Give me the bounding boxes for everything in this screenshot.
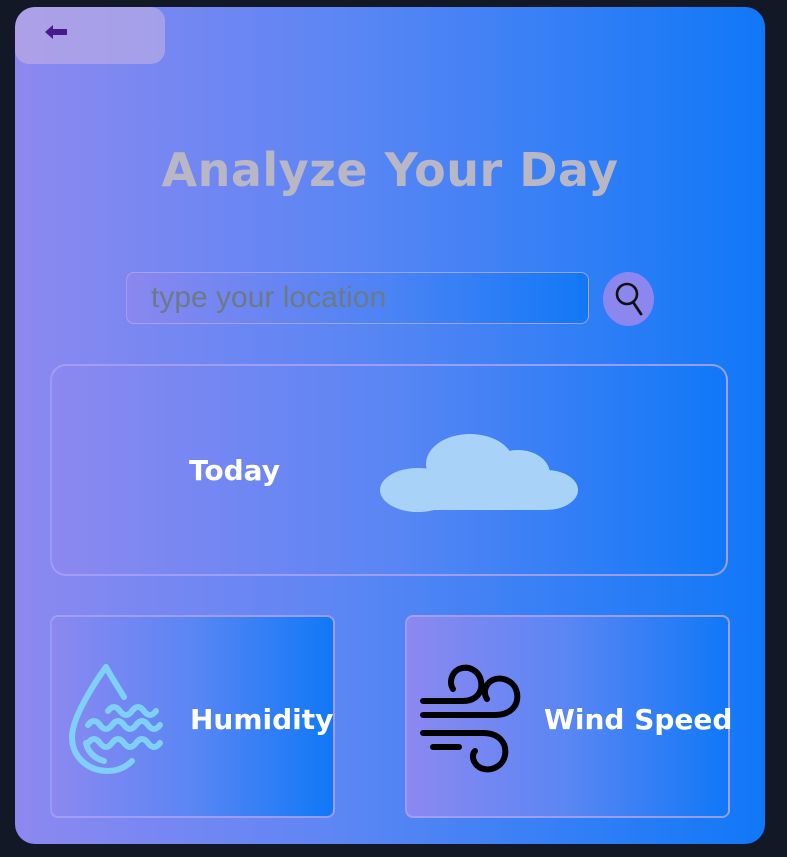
humidity-label: Humidity <box>190 703 334 736</box>
today-panel: Today <box>50 364 728 576</box>
arrow-left-icon <box>45 25 67 39</box>
weather-card: Analyze Your Day Today <box>15 7 765 844</box>
today-label: Today <box>189 454 280 487</box>
wind-icon <box>420 664 521 773</box>
back-button[interactable] <box>15 7 165 64</box>
wind-speed-label: Wind Speed <box>544 703 733 736</box>
search-icon <box>615 282 643 316</box>
wind-panel: Wind Speed <box>405 615 733 818</box>
cloud-icon <box>380 434 578 512</box>
search-button[interactable] <box>603 272 654 326</box>
humidity-panel: Humidity <box>50 615 335 818</box>
location-search-input[interactable] <box>126 272 589 324</box>
humidity-icon <box>69 664 163 774</box>
page-title: Analyze Your Day <box>161 143 619 197</box>
